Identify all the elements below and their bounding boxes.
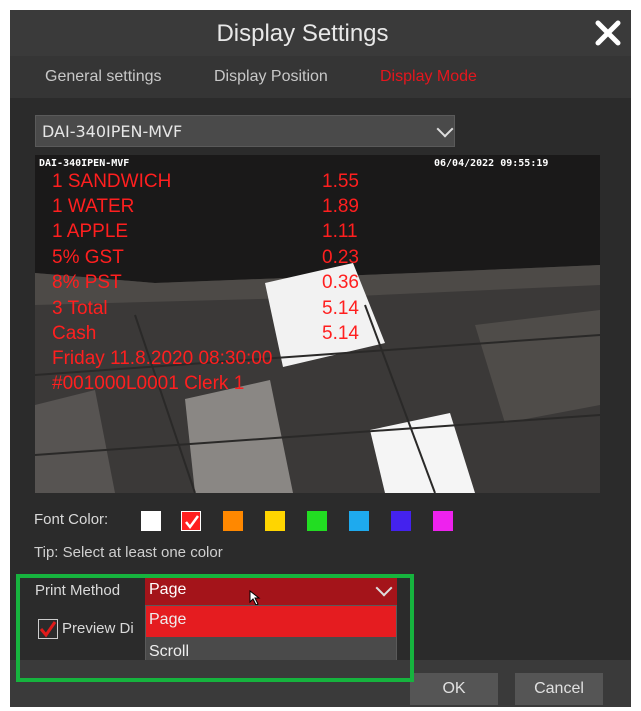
channel-select-value: DAI-340IPEN-MVF: [42, 122, 183, 141]
receipt-amount: 1.89: [322, 196, 359, 217]
receipt-amount: 5.14: [322, 298, 359, 319]
camera-name-overlay: DAI-340IPEN-MVF: [39, 158, 130, 169]
receipt-line: 3 Total: [52, 298, 108, 319]
tab-display-mode[interactable]: Display Mode: [380, 68, 477, 86]
color-swatch-orange[interactable]: [223, 511, 243, 531]
tip-text: Tip: Select at least one color: [34, 544, 223, 561]
display-settings-dialog: Display Settings General settings Displa…: [10, 10, 631, 707]
receipt-line: Friday 11.8.2020 08:30:00: [52, 348, 273, 369]
close-button[interactable]: [591, 16, 625, 50]
color-swatch-red[interactable]: [181, 511, 201, 531]
color-swatch-purple[interactable]: [391, 511, 411, 531]
color-swatch-green[interactable]: [307, 511, 327, 531]
font-color-label: Font Color:: [34, 511, 109, 528]
receipt-line: 1 SANDWICH: [52, 171, 172, 192]
color-swatch-white[interactable]: [141, 511, 161, 531]
color-swatch-magenta[interactable]: [433, 511, 453, 531]
receipt-amount: 0.36: [322, 272, 359, 293]
cancel-button[interactable]: Cancel: [515, 673, 603, 705]
tab-display-position[interactable]: Display Position: [214, 68, 328, 86]
channel-select[interactable]: DAI-340IPEN-MVF: [35, 115, 455, 147]
receipt-amount: 1.11: [322, 221, 358, 242]
timestamp-overlay: 06/04/2022 09:55:19: [434, 158, 549, 169]
ok-button[interactable]: OK: [410, 673, 498, 705]
receipt-line: 8% PST: [52, 272, 122, 293]
tab-bar: General settings Display Position Displa…: [10, 56, 631, 98]
camera-preview: DAI-340IPEN-MVF 06/04/2022 09:55:19 1 SA…: [35, 155, 600, 493]
color-swatch-yellow[interactable]: [265, 511, 285, 531]
checkmark-icon: [185, 515, 200, 530]
receipt-amount: 5.14: [322, 323, 359, 344]
receipt-line: Cash: [52, 323, 97, 344]
title-bar: Display Settings: [10, 10, 631, 56]
color-swatch-blue[interactable]: [349, 511, 369, 531]
receipt-amount: 0.23: [322, 247, 359, 268]
receipt-line: 1 APPLE: [52, 221, 129, 242]
close-icon: [595, 20, 621, 46]
receipt-amount: 1.55: [322, 171, 359, 192]
tab-general-settings[interactable]: General settings: [45, 68, 162, 86]
highlight-box: [16, 574, 414, 682]
receipt-line: 1 WATER: [52, 196, 135, 217]
receipt-line: #001000L0001 Clerk 1: [52, 373, 245, 394]
chevron-down-icon: [436, 120, 454, 138]
receipt-line: 5% GST: [52, 247, 124, 268]
dialog-title: Display Settings: [216, 20, 389, 47]
